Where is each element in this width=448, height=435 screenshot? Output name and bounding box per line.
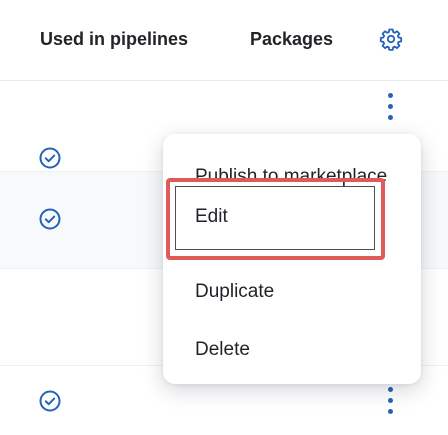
check-circle-icon: [38, 207, 62, 231]
check-circle-icon: [38, 146, 62, 170]
gear-icon[interactable]: [379, 27, 403, 51]
menu-item-delete[interactable]: Delete: [195, 339, 250, 361]
more-options-icon[interactable]: [380, 386, 400, 416]
column-header-packages[interactable]: Packages: [250, 29, 333, 50]
column-header-used-in-pipelines[interactable]: Used in pipelines: [40, 29, 188, 50]
check-circle-icon: [38, 389, 62, 413]
menu-item-edit[interactable]: Edit: [175, 186, 375, 250]
more-options-icon[interactable]: [380, 92, 400, 122]
table-header: Used in pipelines Packages: [0, 0, 448, 81]
menu-item-edit-label: Edit: [195, 206, 228, 227]
menu-item-duplicate[interactable]: Duplicate: [195, 281, 274, 303]
